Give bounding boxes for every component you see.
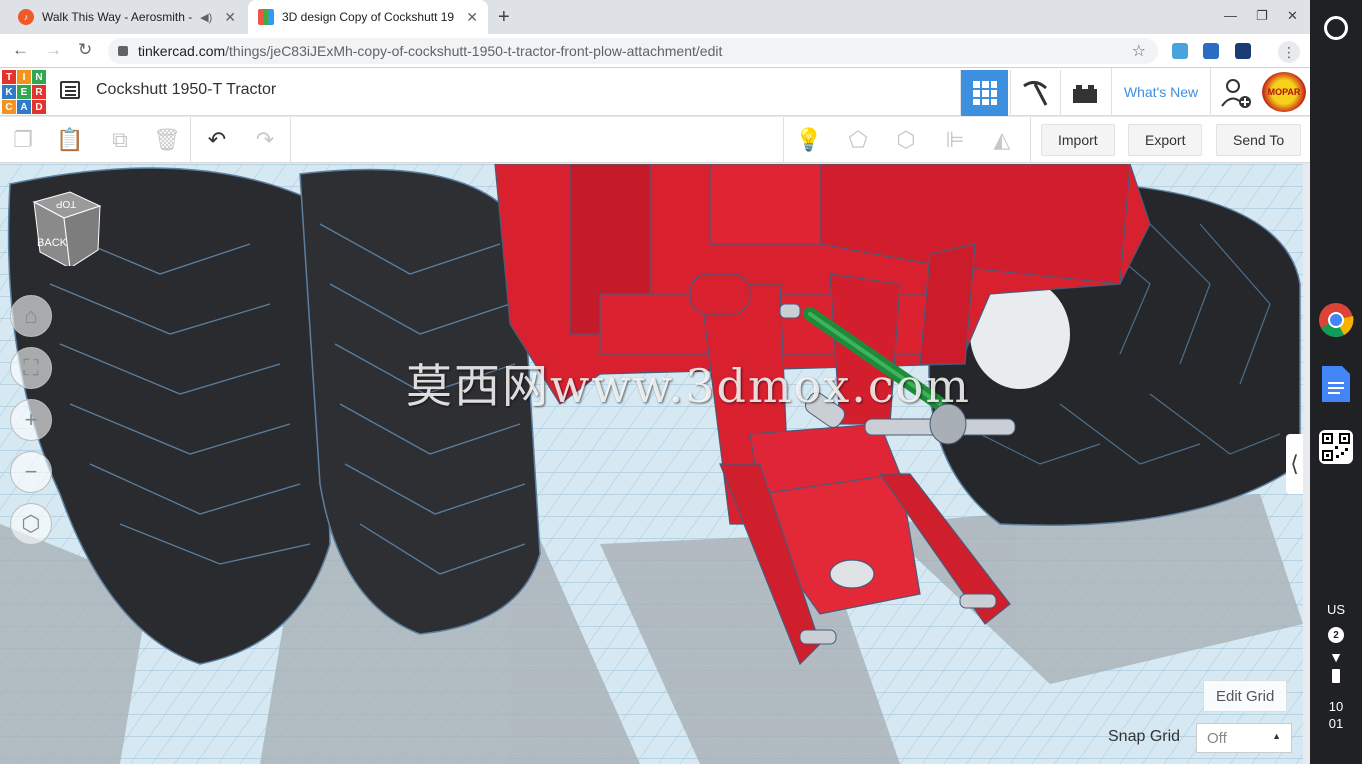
3d-view-button[interactable] — [960, 70, 1008, 116]
qr-code-icon — [1322, 433, 1350, 461]
home-view-icon[interactable]: ⌂ — [10, 295, 52, 337]
locale-indicator: US — [1326, 602, 1346, 617]
speaker-icon[interactable]: ◀) — [200, 11, 212, 24]
close-window-icon[interactable]: ✕ — [1287, 8, 1298, 24]
browser-menu-icon[interactable]: ⋮ — [1278, 41, 1300, 63]
zoom-out-icon[interactable]: − — [10, 451, 52, 493]
os-shelf: US 2 ▼ 10 01 — [1310, 0, 1362, 764]
toolbar-separator — [290, 117, 291, 163]
3d-workplane[interactable]: TOP BACK ⌂ ⛶ + − ⬡ 莫西网www.3dmox.com ⟨ Ed… — [0, 164, 1303, 764]
lightbulb-icon[interactable]: 💡 — [794, 125, 824, 155]
design-menu-icon[interactable] — [60, 81, 80, 99]
restore-icon[interactable]: ❐ — [1256, 8, 1268, 24]
clock-hour: 10 — [1328, 699, 1344, 714]
zoom-in-icon[interactable]: + — [10, 399, 52, 441]
new-tab-button[interactable]: + — [498, 6, 510, 29]
chrome-icon — [1319, 303, 1354, 337]
back-arrow-icon[interactable]: ← — [12, 40, 29, 60]
battery-icon — [1332, 669, 1340, 683]
extension-b-icon[interactable] — [1203, 43, 1219, 59]
drawbar-hole — [829, 559, 875, 589]
perspective-icon[interactable]: ⬡ — [10, 503, 52, 545]
extension-dark-icon[interactable] — [1235, 43, 1251, 59]
toolbar-separator — [1030, 117, 1031, 163]
tab-title: 3D design Copy of Cockshutt 19 — [282, 10, 455, 24]
brick-icon — [1072, 85, 1097, 103]
export-button[interactable]: Export — [1128, 124, 1203, 156]
user-avatar[interactable]: MOPAR — [1262, 72, 1306, 112]
bricks-button[interactable] — [1060, 70, 1108, 116]
docs-icon — [1322, 366, 1350, 402]
notification-count-badge: 2 — [1328, 627, 1344, 643]
blocks-button[interactable] — [1010, 70, 1058, 116]
3d-scene[interactable] — [0, 164, 1303, 764]
url-path: /things/jeC83iJExMh-copy-of-cockshutt-19… — [225, 43, 723, 59]
chrome-app-icon[interactable] — [1318, 302, 1354, 338]
viewcube-back-label: BACK — [37, 237, 68, 249]
duplicate-icon[interactable]: ⧉ — [105, 125, 135, 155]
tinkercad-logo[interactable]: TIN KER CAD — [2, 70, 46, 114]
collapse-panel-icon[interactable]: ⟨ — [1286, 434, 1303, 494]
tab-music[interactable]: ♪ Walk This Way - Aerosmith - ◀) ✕ — [8, 0, 246, 34]
minimize-icon[interactable]: — — [1224, 8, 1237, 23]
toolbar-separator — [783, 117, 784, 163]
edit-grid-button[interactable]: Edit Grid — [1203, 680, 1288, 712]
send-to-button[interactable]: Send To — [1216, 124, 1302, 156]
add-user-icon — [1221, 79, 1251, 108]
collaborate-button[interactable] — [1212, 70, 1260, 116]
tab-tinkercad[interactable]: 3D design Copy of Cockshutt 19 ✕ — [248, 0, 488, 34]
clock-minute: 01 — [1328, 716, 1344, 731]
paste-icon[interactable]: 📋 — [55, 125, 85, 155]
forward-arrow-icon[interactable]: → — [45, 40, 62, 60]
tinkercad-header: TIN KER CAD Cockshutt 1950-T Tractor Wha… — [0, 68, 1310, 116]
snap-grid-label: Snap Grid — [1108, 728, 1181, 745]
qr-app-icon[interactable] — [1319, 430, 1353, 464]
lock-icon — [118, 46, 128, 56]
browser-tabstrip: ♪ Walk This Way - Aerosmith - ◀) ✕ 3D de… — [0, 0, 1310, 34]
toolbar-separator — [190, 117, 191, 163]
viewcube-top-label: TOP — [55, 198, 76, 209]
address-bar: ← → ↻ tinkercad.com/things/jeC83iJExMh-c… — [0, 34, 1310, 68]
undo-icon[interactable]: ↶ — [202, 125, 232, 155]
bookmark-star-icon[interactable]: ☆ — [1132, 41, 1146, 61]
launcher-icon[interactable] — [1324, 16, 1348, 40]
docs-app-icon[interactable] — [1318, 366, 1354, 402]
close-tab-icon[interactable]: ✕ — [224, 9, 236, 26]
close-tab-icon[interactable]: ✕ — [466, 9, 478, 26]
music-favicon-icon: ♪ — [18, 9, 34, 25]
edit-toolbar: ❐ 📋 ⧉ 🗑 ↶ ↷ 💡 ⬠ ⬡ ⊫ ◭ Import Export Send… — [0, 117, 1310, 163]
watermark-text: 莫西网www.3dmox.com — [406, 359, 971, 413]
reload-icon[interactable]: ↻ — [78, 40, 92, 60]
tab-title: Walk This Way - Aerosmith - — [42, 10, 193, 24]
caret-up-icon: ▲ — [1272, 731, 1281, 741]
snap-grid-value: Off — [1207, 729, 1227, 747]
url-input[interactable]: tinkercad.com/things/jeC83iJExMh-copy-of… — [108, 38, 1158, 64]
copy-icon[interactable]: ❐ — [8, 125, 38, 155]
snap-grid-select[interactable]: Off ▲ — [1196, 723, 1292, 753]
mirror-icon[interactable]: ◭ — [987, 125, 1017, 155]
extension-cloud-icon[interactable] — [1172, 43, 1188, 59]
design-title[interactable]: Cockshutt 1950-T Tractor — [96, 81, 276, 99]
url-host: tinkercad.com — [138, 43, 226, 59]
grid-icon — [972, 81, 997, 105]
tinkercad-favicon-icon — [258, 9, 274, 25]
align-icon[interactable]: ⊫ — [940, 125, 970, 155]
delete-icon[interactable]: 🗑 — [152, 125, 182, 155]
import-button[interactable]: Import — [1041, 124, 1115, 156]
status-area[interactable]: US 2 ▼ 10 01 — [1310, 588, 1362, 764]
whats-new-link[interactable]: What's New — [1111, 68, 1211, 116]
wifi-icon: ▼ — [1329, 649, 1343, 665]
group-icon[interactable]: ⬠ — [843, 125, 873, 155]
redo-icon[interactable]: ↷ — [250, 125, 280, 155]
ungroup-icon[interactable]: ⬡ — [891, 125, 921, 155]
view-cube[interactable]: TOP BACK — [30, 190, 102, 266]
pickaxe-icon — [1022, 81, 1047, 106]
fit-view-icon[interactable]: ⛶ — [10, 347, 52, 389]
